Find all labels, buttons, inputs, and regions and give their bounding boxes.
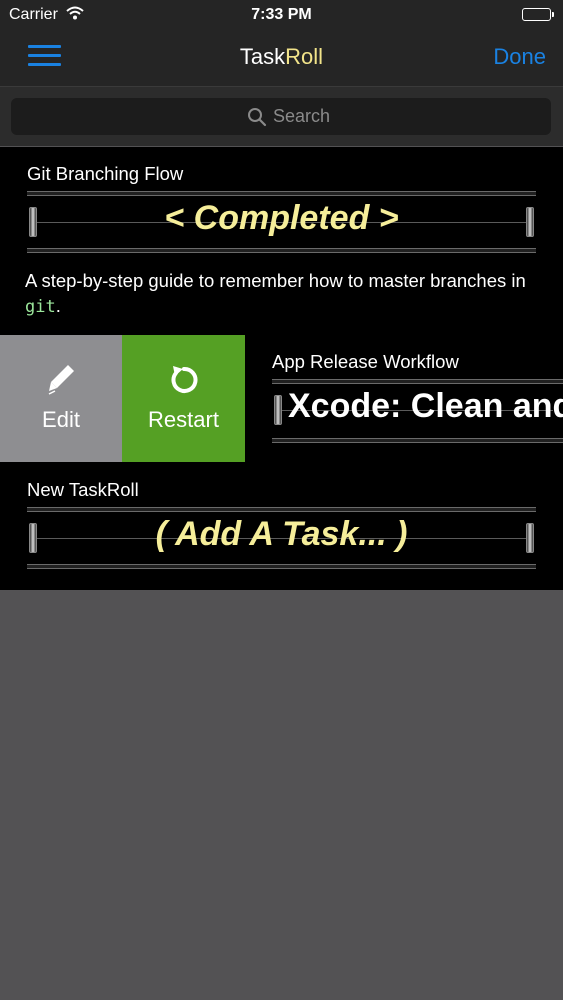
edit-button[interactable]: Edit: [0, 335, 122, 462]
pencil-icon: [0, 363, 122, 397]
app-title-roll: Roll: [285, 44, 324, 69]
status-bar: Carrier 7:33 PM: [0, 0, 563, 30]
current-task-label: Xcode: Clean and: [288, 387, 563, 425]
search-bar[interactable]: [11, 98, 551, 135]
navigation-bar: TaskRoll Done: [0, 30, 563, 87]
search-bar-container: [0, 87, 563, 146]
add-task-label: ( Add A Task... ): [155, 515, 408, 553]
empty-background: [0, 590, 563, 1000]
task-track[interactable]: ( Add A Task... ): [27, 507, 536, 569]
app-title-task: Task: [239, 44, 286, 69]
done-button[interactable]: Done: [493, 44, 546, 70]
taskroll-list: Git Branching Flow < Completed > A step-…: [0, 147, 563, 590]
taskroll-title: New TaskRoll: [27, 479, 139, 500]
taskroll-title: App Release Workflow: [272, 351, 459, 372]
search-icon: [247, 107, 267, 132]
app-title: TaskRoll: [0, 44, 563, 70]
restart-button[interactable]: Restart: [122, 335, 245, 462]
restart-icon: [122, 363, 245, 397]
restart-label: Restart: [148, 407, 219, 432]
status-time: 7:33 PM: [251, 6, 312, 23]
taskroll-row-swiped: Edit Restart App Release Workflow Xcode:…: [0, 147, 563, 462]
track-left-handle[interactable]: [274, 395, 282, 425]
task-track[interactable]: Xcode: Clean and: [272, 379, 563, 443]
search-input[interactable]: [273, 104, 473, 128]
battery-tip: [552, 12, 554, 17]
battery-icon: [522, 8, 551, 21]
edit-label: Edit: [42, 407, 80, 432]
taskroll-row[interactable]: New TaskRoll ( Add A Task... ): [0, 462, 563, 590]
